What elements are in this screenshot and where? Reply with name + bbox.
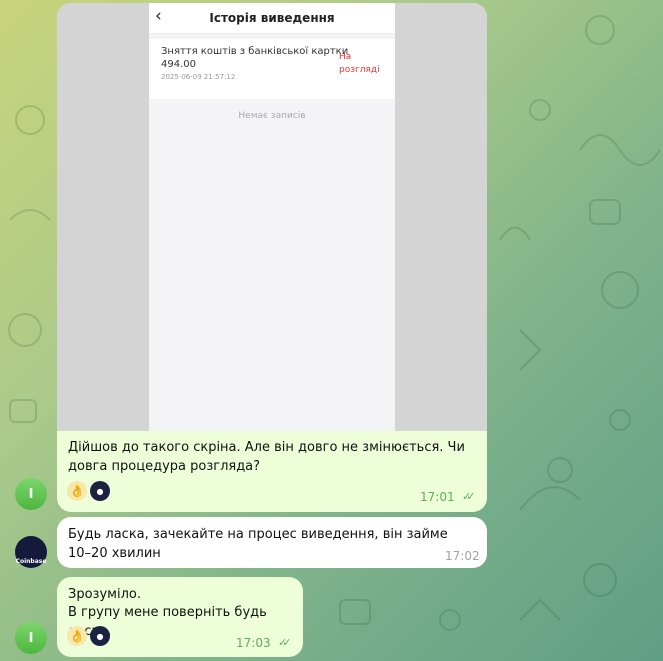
reactions[interactable]: 👌 ●	[67, 481, 110, 501]
reactions[interactable]: 👌 ●	[67, 626, 110, 646]
message-time: 17:02	[445, 549, 480, 563]
message-text: Будь ласка, зачекайте на процес виведенн…	[68, 527, 448, 561]
record-amount: 494.00	[161, 59, 196, 70]
user-avatar[interactable]: I	[15, 478, 47, 510]
support-avatar[interactable]: Coinbase	[15, 536, 47, 568]
phone-header: ‹ Історія виведення	[149, 3, 395, 34]
message-text: Дійшов до такого скріна. Але він довго н…	[68, 440, 465, 474]
phone-screen: ‹ Історія виведення Зняття коштів з банк…	[149, 3, 395, 431]
user-avatar[interactable]: I	[15, 622, 47, 654]
double-check-icon: ✓✓	[278, 636, 292, 649]
message-time: 17:03	[236, 636, 271, 650]
message-bubble-outgoing[interactable]: ‹ Історія виведення Зняття коштів з банк…	[57, 3, 487, 512]
message-text-line-1: Зрозуміло.	[68, 587, 141, 602]
ok-hand-reaction[interactable]: 👌	[67, 626, 87, 646]
withdrawal-record: Зняття коштів з банківської картки 494.0…	[149, 39, 395, 99]
reaction-avatar-icon: ●	[90, 481, 110, 501]
reaction-avatar-icon: ●	[90, 626, 110, 646]
phone-page-title: Історія виведення	[209, 11, 335, 25]
record-status: На розгляді	[339, 52, 380, 75]
empty-records-text: Немає записів	[238, 111, 306, 121]
message-bubble-incoming[interactable]: Будь ласка, зачекайте на процес виведенн…	[57, 517, 487, 568]
attached-screenshot[interactable]: ‹ Історія виведення Зняття коштів з банк…	[57, 3, 487, 431]
record-date: 2025-06-09 21:57:12	[161, 73, 236, 81]
message-time: 17:01	[420, 490, 455, 504]
ok-hand-reaction[interactable]: 👌	[67, 481, 87, 501]
message-bubble-outgoing[interactable]: Зрозуміло. В групу мене поверніть будь л…	[57, 577, 303, 657]
record-title: Зняття коштів з банківської картки	[161, 46, 349, 57]
double-check-icon: ✓✓	[462, 490, 476, 503]
